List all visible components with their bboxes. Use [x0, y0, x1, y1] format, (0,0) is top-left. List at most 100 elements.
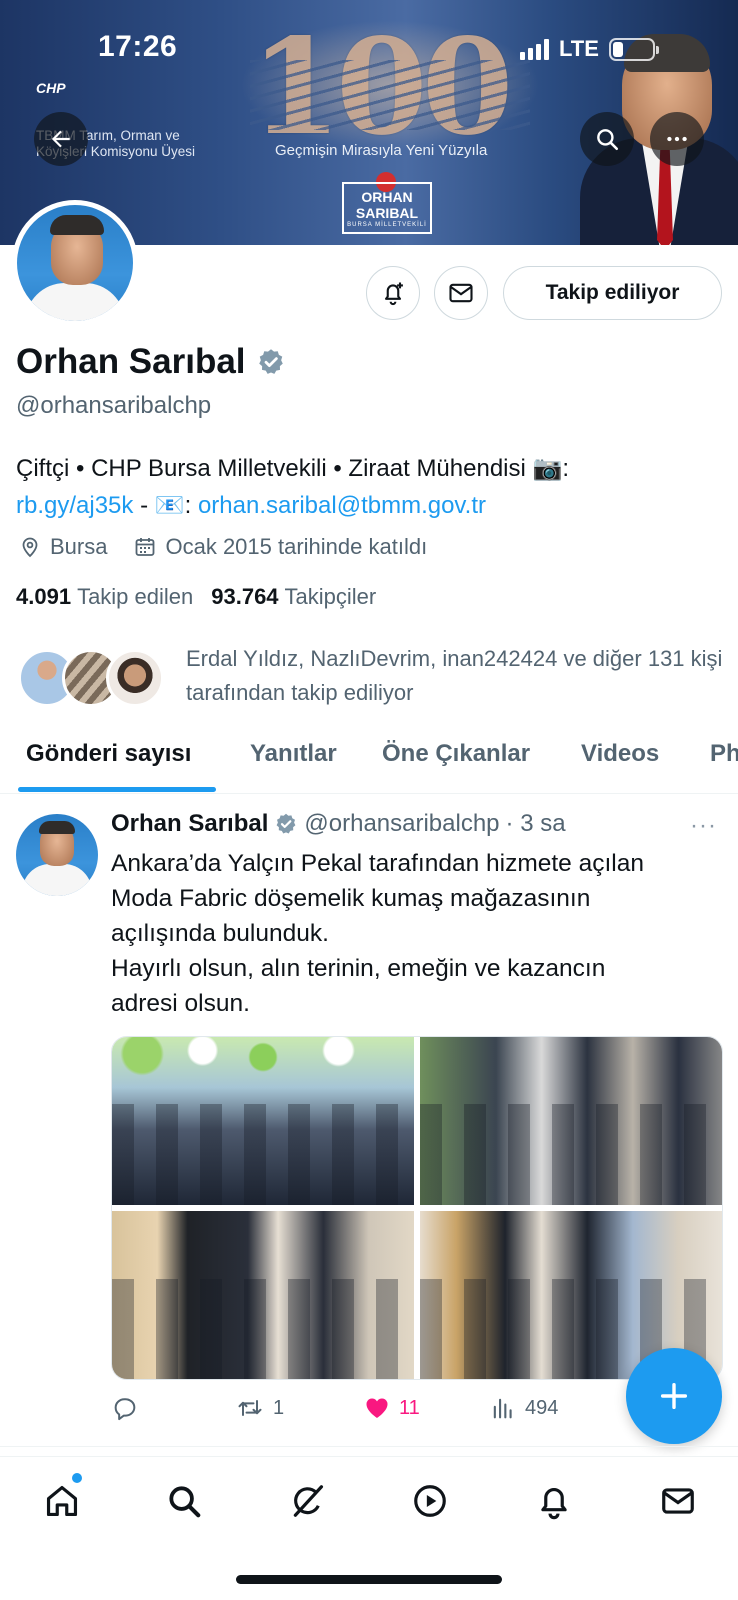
reply-icon — [114, 1398, 136, 1421]
views-button[interactable]: 494 — [489, 1394, 558, 1422]
bio-link[interactable]: rb.gy/aj35k — [16, 492, 133, 519]
following-count: 4.091 — [16, 584, 72, 609]
envelope-icon — [449, 283, 473, 303]
bio-separator: - 📧: — [133, 492, 198, 519]
retweet-button[interactable]: 1 — [235, 1394, 284, 1422]
status-time: 17:26 — [98, 30, 178, 63]
signal-icon — [520, 38, 549, 60]
follower-avatars — [18, 645, 170, 707]
tweet-text-line: açılışında bulunduk. — [111, 920, 329, 947]
calendar-icon — [136, 538, 155, 556]
bell-plus-icon — [384, 282, 403, 306]
followers-stat[interactable]: 93.764 Takipçiler — [211, 584, 376, 610]
tweet-author-name[interactable]: Orhan Sarıbal — [111, 810, 268, 838]
party-logo: CHP — [36, 80, 66, 96]
banner-logo-line3: BURSA MİLLETVEKİLİ — [347, 222, 427, 228]
bio-email-link[interactable]: orhan.saribal@tbmm.gov.tr — [198, 492, 486, 519]
message-button[interactable] — [434, 266, 488, 320]
banner-motto: Geçmişin Mirasıyla Yeni Yüzyıla — [275, 142, 488, 159]
follower-avatar — [106, 649, 164, 707]
tweet-photo[interactable] — [420, 1037, 722, 1205]
bio-text: Çiftçi • CHP Bursa Milletvekili • Ziraat… — [16, 455, 570, 482]
tweet-more-button[interactable]: ··· — [690, 812, 717, 840]
banner-name-logo: ORHAN SARIBAL BURSA MİLLETVEKİLİ — [342, 182, 432, 234]
search-icon — [597, 129, 619, 151]
bell-icon — [541, 1488, 567, 1520]
tweet-actions: 1 11 494 — [111, 1394, 671, 1426]
profile-bio: Çiftçi • CHP Bursa Milletvekili • Ziraat… — [16, 450, 726, 524]
more-horizontal-icon — [667, 136, 687, 142]
back-button[interactable] — [34, 112, 88, 166]
location-text: Bursa — [50, 534, 108, 559]
envelope-icon — [662, 1488, 694, 1514]
tweet-text-line: Moda Fabric döşemelik kumaş mağazasının — [111, 885, 591, 912]
tweet-text-line: adresi olsun. — [111, 990, 250, 1017]
followers-count: 93.764 — [211, 584, 279, 609]
tweet-author-avatar[interactable] — [16, 814, 98, 896]
tab-highlights[interactable]: Öne Çıkanlar — [382, 740, 530, 768]
tab-posts[interactable]: Gönderi sayısı — [26, 740, 191, 768]
nav-home[interactable] — [40, 1479, 84, 1523]
follow-stats: 4.091 Takip edilen 93.764 Takipçiler — [16, 584, 394, 610]
tweet-author-handle: @orhansaribalchp — [304, 810, 500, 837]
grok-icon — [293, 1485, 324, 1517]
retweet-count: 1 — [273, 1396, 285, 1419]
retweet-icon — [238, 1400, 262, 1416]
nav-notifications[interactable] — [532, 1479, 576, 1523]
verified-badge-icon[interactable] — [256, 347, 286, 377]
feed-divider — [0, 1446, 738, 1447]
banner-stripes — [250, 60, 530, 130]
banner-logo-line2: SARIBAL — [355, 205, 419, 221]
following-stat[interactable]: 4.091 Takip edilen — [16, 584, 193, 610]
following-label: Takip edilen — [77, 584, 194, 609]
profile-name: Orhan Sarıbal — [16, 342, 246, 381]
views-count: 494 — [525, 1396, 559, 1419]
nav-messages[interactable] — [656, 1479, 700, 1523]
followed-by-row[interactable]: Erdal Yıldız, NazlıDevrim, inan242424 ve… — [18, 642, 731, 710]
profile-name-row: Orhan Sarıbal — [16, 342, 286, 382]
like-button[interactable]: 11 — [363, 1394, 420, 1422]
compose-button[interactable] — [626, 1348, 722, 1444]
notifications-toggle-button[interactable] — [366, 266, 420, 320]
like-count: 11 — [399, 1396, 420, 1419]
tweet-time: · 3 sa — [505, 810, 566, 837]
profile-meta: Bursa Ocak 2015 tarihinde katıldı — [18, 534, 453, 560]
arrow-left-icon — [51, 130, 70, 148]
nav-grok[interactable] — [286, 1479, 330, 1523]
location-pin-icon — [22, 537, 38, 558]
profile-tabs: Gönderi sayısı Yanıtlar Öne Çıkanlar Vid… — [0, 712, 738, 794]
tweet-media-grid — [111, 1036, 723, 1380]
following-button[interactable]: Takip ediliyor — [503, 266, 722, 320]
home-notification-dot — [72, 1473, 82, 1483]
search-button[interactable] — [580, 112, 634, 166]
tweet-photo[interactable] — [112, 1211, 414, 1379]
tab-videos[interactable]: Videos — [581, 740, 659, 768]
home-icon — [46, 1485, 78, 1517]
home-indicator[interactable] — [236, 1575, 502, 1584]
profile-avatar[interactable] — [12, 200, 138, 326]
search-icon — [169, 1486, 201, 1518]
tweet-text[interactable]: Ankara’da Yalçın Pekal tarafından hizmet… — [111, 846, 721, 1021]
heart-icon — [366, 1398, 388, 1418]
joined-text: Ocak 2015 tarihinde katıldı — [165, 534, 428, 559]
nav-video[interactable] — [408, 1479, 452, 1523]
plus-icon — [660, 1382, 688, 1410]
tab-photos[interactable]: Ph — [710, 740, 738, 768]
status-indicators: LTE — [520, 36, 659, 62]
active-tab-indicator — [18, 787, 216, 792]
joined-item: Ocak 2015 tarihinde katıldı — [133, 534, 427, 560]
location-item: Bursa — [18, 534, 107, 560]
followers-label: Takipçiler — [284, 584, 377, 609]
tweet-text-line: Hayırlı olsun, alın terinin, emeğin ve k… — [111, 955, 606, 982]
followed-by-text: Erdal Yıldız, NazlıDevrim, inan242424 ve… — [186, 646, 723, 705]
more-options-button[interactable] — [650, 112, 704, 166]
banner-logo-line1: ORHAN — [361, 189, 413, 205]
nav-search[interactable] — [162, 1479, 206, 1523]
views-icon — [493, 1398, 512, 1419]
profile-handle: @orhansaribalchp — [16, 392, 212, 419]
reply-button[interactable] — [111, 1394, 147, 1422]
tab-replies[interactable]: Yanıtlar — [250, 740, 337, 768]
network-label: LTE — [559, 36, 599, 61]
tweet-header: Orhan Sarıbal @orhansaribalchp · 3 sa — [111, 810, 566, 838]
tweet-photo[interactable] — [112, 1037, 414, 1205]
